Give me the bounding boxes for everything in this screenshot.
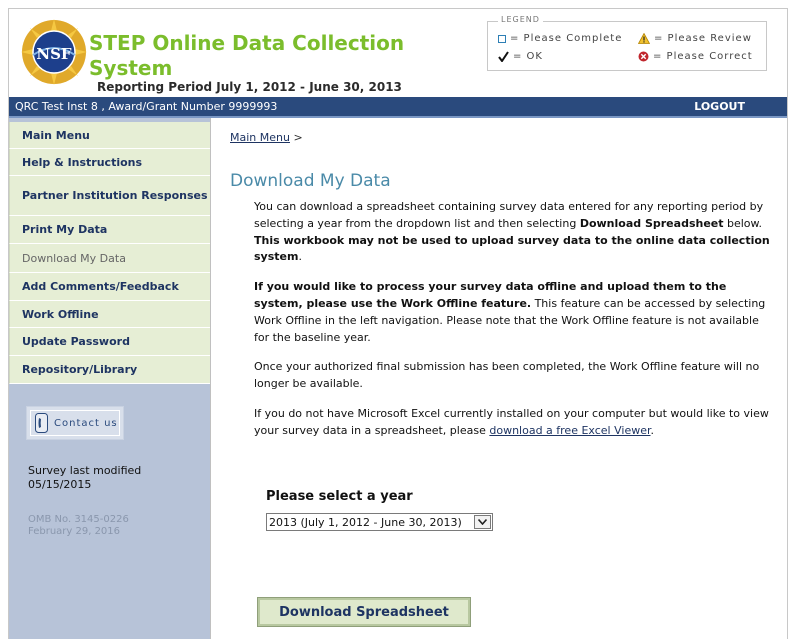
breadcrumb-main-menu-link[interactable]: Main Menu (230, 131, 290, 144)
sidebar-item-main-menu[interactable]: Main Menu (9, 122, 210, 149)
logout-link[interactable]: LOGOUT (694, 100, 745, 113)
page-title: Download My Data (230, 171, 391, 191)
year-select-label: Please select a year (266, 489, 413, 504)
checkmark-icon (498, 51, 509, 62)
legend-box: LEGEND = Please Complete = OK = Please R… (487, 15, 767, 71)
app-title: STEP Online Data Collection System (89, 31, 409, 81)
excel-viewer-link[interactable]: download a free Excel Viewer (489, 424, 650, 437)
sidebar-item-update-password[interactable]: Update Password (9, 328, 210, 356)
phone-icon (35, 413, 48, 433)
sidebar-item-comments[interactable]: Add Comments/Feedback (9, 273, 210, 301)
omb-expiration: February 29, 2016 (28, 526, 121, 537)
legend-complete: = Please Complete (498, 33, 622, 44)
omb-number: OMB No. 3145-0226 (28, 514, 129, 525)
sidebar-item-help[interactable]: Help & Instructions (9, 149, 210, 176)
main-content: Main Menu > Download My Data You can dow… (211, 118, 787, 639)
top-bar: QRC Test Inst 8 , Award/Grant Number 999… (9, 97, 787, 118)
warning-icon (638, 33, 650, 44)
download-spreadsheet-button[interactable]: Download Spreadsheet (257, 597, 471, 627)
app-title-line2: System (89, 56, 173, 80)
svg-text:NSF: NSF (36, 45, 72, 63)
legend-review: = Please Review (638, 33, 752, 44)
sidebar-item-download-data[interactable]: Download My Data (9, 244, 210, 273)
paragraph-4: If you do not have Microsoft Excel curre… (254, 406, 769, 437)
app-title-line1: STEP Online Data Collection (89, 31, 405, 55)
sidebar-nav: Main Menu Help & Instructions Partner In… (9, 122, 210, 384)
instructions: You can download a spreadsheet containin… (254, 199, 776, 453)
year-select-value: 2013 (July 1, 2012 - June 30, 2013) (269, 515, 462, 529)
reporting-period: Reporting Period July 1, 2012 - June 30,… (97, 80, 402, 94)
breadcrumb: Main Menu > (230, 131, 303, 144)
legend-correct: = Please Correct (638, 51, 753, 62)
sidebar-item-partner-responses[interactable]: Partner Institution Responses (9, 176, 210, 216)
header: NSF STEP Online Data Collection System R… (9, 9, 787, 97)
sidebar-item-repository[interactable]: Repository/Library (9, 356, 210, 384)
paragraph-3: Once your authorized final submission ha… (254, 360, 760, 391)
paragraph-2: If you would like to process your survey… (254, 280, 766, 344)
contact-us-label: Contact us (54, 417, 118, 429)
legend-ok: = OK (498, 51, 543, 62)
page-frame: NSF STEP Online Data Collection System R… (8, 8, 788, 639)
chevron-down-icon[interactable] (474, 515, 491, 529)
legend-title: LEGEND (498, 15, 543, 24)
nsf-logo: NSF (21, 19, 87, 85)
year-select[interactable]: 2013 (July 1, 2012 - June 30, 2013) (266, 513, 493, 531)
institution-info: QRC Test Inst 8 , Award/Grant Number 999… (15, 100, 278, 113)
breadcrumb-separator: > (293, 131, 303, 144)
survey-modified-date: 05/15/2015 (28, 478, 92, 491)
sidebar-item-print-data[interactable]: Print My Data (9, 216, 210, 244)
sidebar: Main Menu Help & Instructions Partner In… (9, 118, 211, 639)
error-icon (638, 51, 649, 62)
contact-us-button[interactable]: Contact us (26, 406, 124, 440)
paragraph-1: You can download a spreadsheet containin… (254, 200, 770, 264)
empty-square-icon (498, 34, 506, 43)
sidebar-item-work-offline[interactable]: Work Offline (9, 301, 210, 328)
survey-modified-label: Survey last modified (28, 464, 142, 477)
